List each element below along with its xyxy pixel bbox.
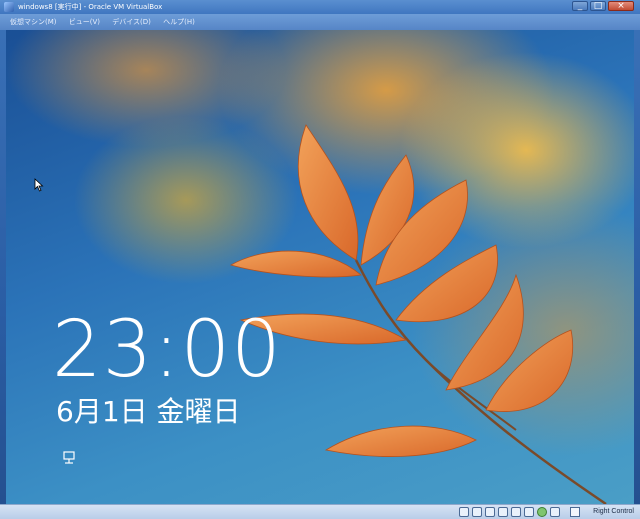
lock-screen-date: 6月1日 金曜日 xyxy=(56,395,241,428)
optical-drive-icon[interactable] xyxy=(472,507,482,517)
menu-devices[interactable]: デバイス(D) xyxy=(112,14,151,30)
usb-icon[interactable] xyxy=(485,507,495,517)
window-title: windows8 [実行中] - Oracle VM VirtualBox xyxy=(18,3,163,11)
host-key-icon xyxy=(570,507,580,517)
minimize-button[interactable]: _ xyxy=(572,1,588,11)
network-adapter-icon[interactable] xyxy=(498,507,508,517)
shared-folder-icon[interactable] xyxy=(511,507,521,517)
maximize-icon: □ xyxy=(593,1,603,11)
title-bar[interactable]: windows8 [実行中] - Oracle VM VirtualBox _ … xyxy=(0,0,640,14)
mouse-cursor-icon xyxy=(34,178,44,192)
guest-lock-screen[interactable]: 23:00 6月1日 金曜日 xyxy=(6,30,634,504)
close-icon: × xyxy=(617,1,625,11)
host-key-label: Right Control xyxy=(593,508,634,515)
status-icons xyxy=(459,507,560,517)
display-icon[interactable] xyxy=(524,507,534,517)
maximize-button[interactable]: □ xyxy=(590,1,606,11)
capture-icon[interactable] xyxy=(537,507,547,517)
network-icon xyxy=(63,451,75,464)
autumn-leaves-wallpaper xyxy=(229,124,607,504)
menu-help[interactable]: ヘルプ(H) xyxy=(163,14,195,30)
close-button[interactable]: × xyxy=(608,1,634,11)
virtualbox-app-icon xyxy=(4,2,14,12)
menu-machine[interactable]: 仮想マシン(M) xyxy=(10,14,57,30)
minimize-icon: _ xyxy=(577,1,583,11)
status-bar: Right Control xyxy=(0,504,640,519)
mouse-integration-icon[interactable] xyxy=(550,507,560,517)
lock-screen-clock: 23:00 xyxy=(52,305,282,395)
hard-disk-icon[interactable] xyxy=(459,507,469,517)
menu-bar: 仮想マシン(M) ビュー(V) デバイス(D) ヘルプ(H) xyxy=(0,14,640,30)
window-controls: _ □ × xyxy=(572,1,634,11)
menu-view[interactable]: ビュー(V) xyxy=(69,14,100,30)
virtualbox-window: windows8 [実行中] - Oracle VM VirtualBox _ … xyxy=(0,0,640,519)
